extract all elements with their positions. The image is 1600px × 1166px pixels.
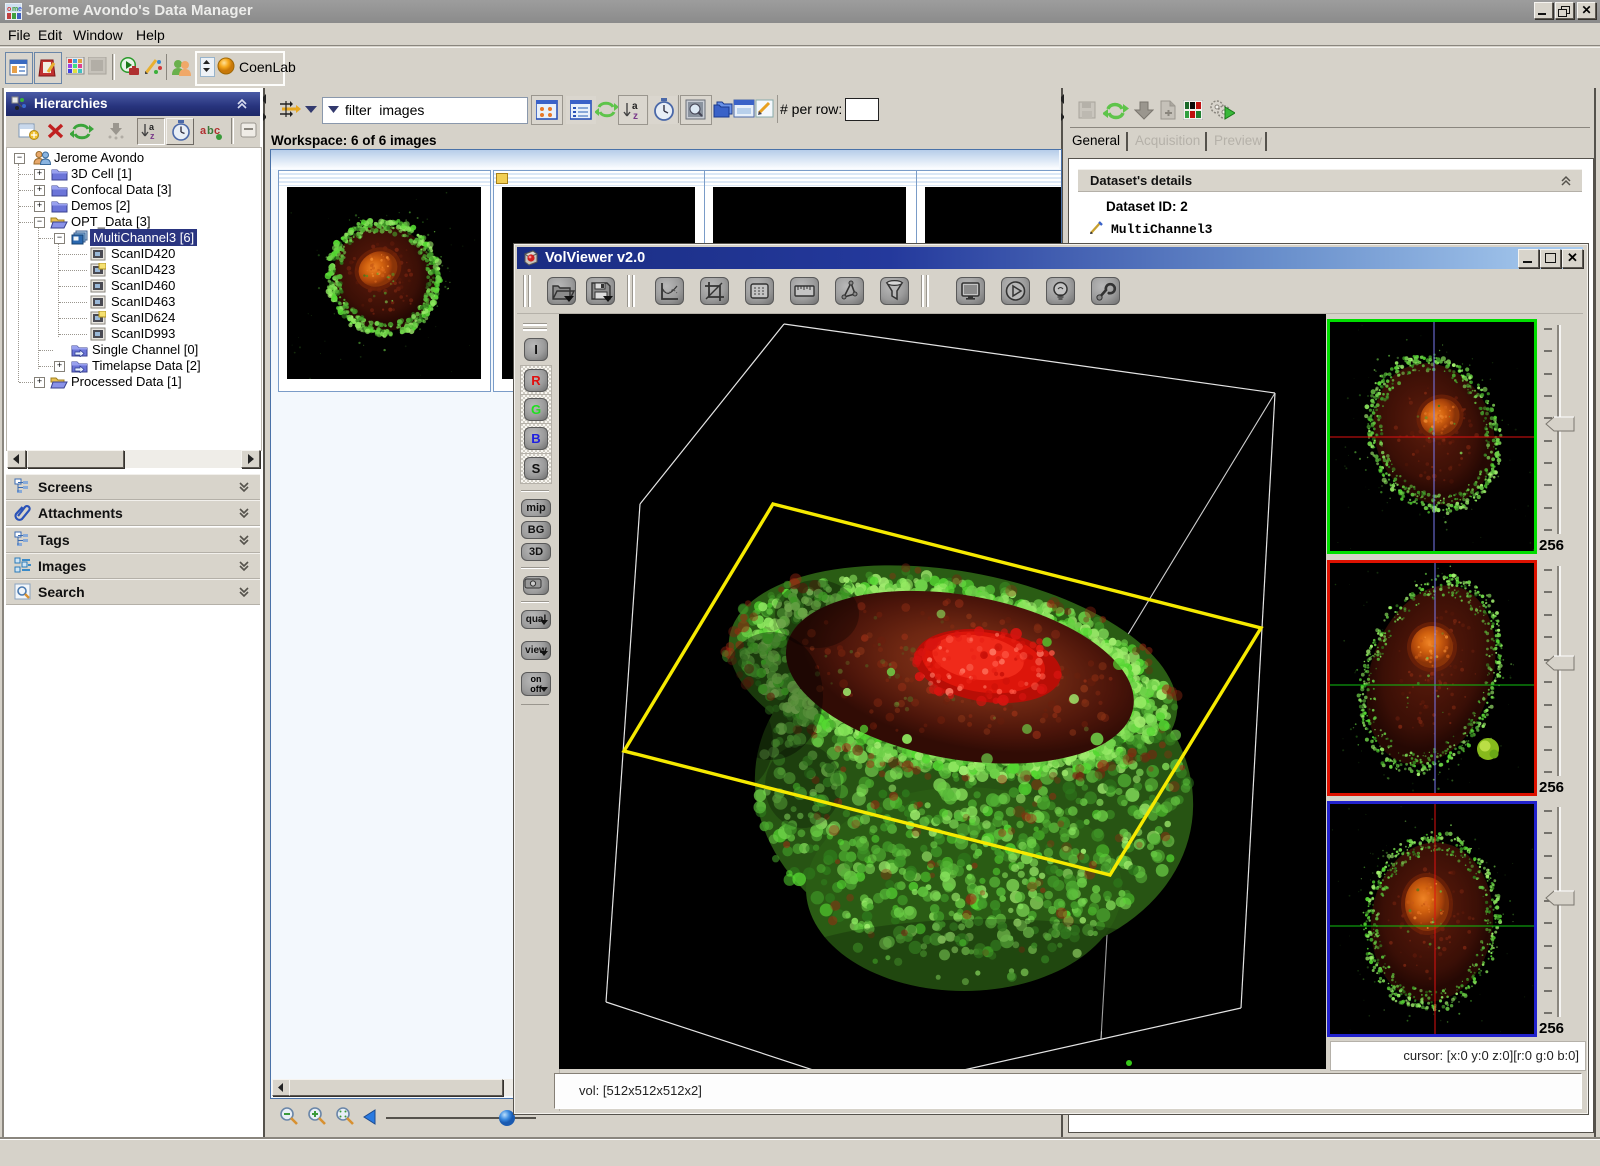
svg-text:o: o xyxy=(7,6,11,13)
svg-text:e: e xyxy=(18,6,22,13)
svg-text:a: a xyxy=(200,125,207,137)
svg-text:z: z xyxy=(150,131,155,141)
svg-text:z: z xyxy=(633,111,638,121)
svg-text:b: b xyxy=(207,125,214,137)
